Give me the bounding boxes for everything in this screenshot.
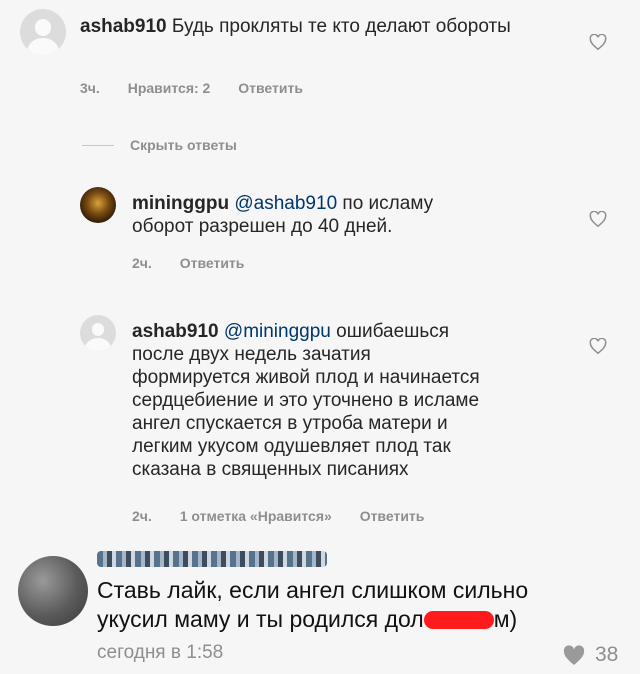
comment-time: 3ч.	[80, 80, 100, 96]
reply-mention[interactable]: @mininggpu	[224, 321, 331, 342]
default-avatar-icon	[34, 19, 52, 36]
comment-text: м)	[493, 606, 518, 632]
comment-text: Ставь лайк, если ангел слишком сильно	[97, 577, 529, 603]
reply-text-line: легким укусом одушевляет плод так	[132, 436, 451, 457]
reply-meta: 2ч. 1 отметка «Нравится» Ответить	[132, 508, 448, 524]
default-avatar-icon	[91, 322, 105, 336]
avatar-mininggpu[interactable]	[80, 187, 116, 223]
reply-likes-link[interactable]: 1 отметка «Нравится»	[180, 508, 332, 524]
blurred-username	[97, 551, 327, 567]
avatar-body-shape	[26, 38, 60, 55]
reply-username[interactable]: mininggpu	[132, 193, 229, 214]
reply-text: оборот разрешен до 40 дней.	[132, 216, 393, 237]
comment-text: укусил маму и ты родился дол	[97, 606, 424, 632]
reply-button[interactable]: Ответить	[360, 508, 425, 524]
replies-divider	[82, 145, 114, 146]
comment-time: сегодня в 1:58	[97, 642, 224, 663]
heart-outline-icon[interactable]	[589, 34, 607, 50]
reply-body: ashab910 @mininggpu ошибаешься после дву…	[132, 320, 562, 481]
reply-username[interactable]: ashab910	[132, 321, 219, 342]
reply-button[interactable]: Ответить	[180, 255, 245, 271]
comment-text: Будь прокляты те кто делают обороты	[171, 16, 511, 37]
reply-body: mininggpu @ashab910 по исламу оборот раз…	[132, 192, 552, 238]
hide-replies-button[interactable]: Скрыть ответы	[130, 137, 237, 153]
heart-outline-icon[interactable]	[589, 338, 607, 354]
reply-text-line: сказана в священных писаниях	[132, 459, 409, 480]
reply-text-line: формируется живой плод и начинается	[132, 367, 480, 388]
comment-likes-link[interactable]: Нравится: 2	[128, 80, 211, 96]
comment-meta: 3ч. Нравится: 2 Ответить	[80, 80, 327, 96]
reply-mention[interactable]: @ashab910	[234, 193, 337, 214]
reply-text: по исламу	[342, 193, 434, 214]
avatar-ashab910[interactable]	[20, 9, 66, 55]
redaction-mark	[423, 611, 494, 629]
heart-filled-icon[interactable]	[562, 645, 586, 666]
reply-meta: 2ч. Ответить	[132, 255, 268, 271]
reply-time: 2ч.	[132, 255, 152, 271]
comment-body: Ставь лайк, если ангел слишком сильно ук…	[97, 576, 627, 634]
comment-username[interactable]: ashab910	[80, 16, 167, 37]
reply-text-line: сердцебиение и это уточнено в исламе	[132, 390, 480, 411]
reply-text: ошибаешься	[336, 321, 450, 342]
comment-body: ashab910 Будь прокляты те кто делают обо…	[80, 15, 550, 38]
avatar-body-shape	[85, 338, 111, 351]
like-count: 38	[595, 643, 619, 666]
reply-text-line: после двух недель зачатия	[132, 344, 371, 365]
reply-time: 2ч.	[132, 508, 152, 524]
reply-button[interactable]: Ответить	[238, 80, 303, 96]
reply-text-line: ангел спускается в утроба матери и	[132, 413, 448, 434]
avatar-blurred[interactable]	[18, 556, 88, 626]
avatar-ashab910[interactable]	[80, 315, 116, 351]
heart-outline-icon[interactable]	[589, 211, 607, 227]
